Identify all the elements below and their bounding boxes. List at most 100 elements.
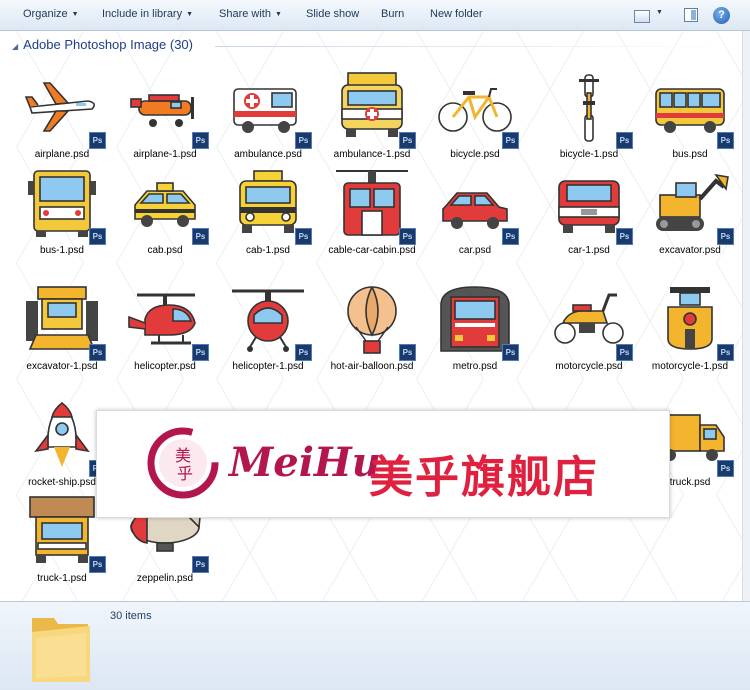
bus-1-icon: Ps: [22, 167, 106, 245]
file-item[interactable]: Ps ambulance.psd: [216, 71, 320, 161]
file-name: car-1.psd: [568, 245, 610, 256]
file-name: hot-air-balloon.psd: [330, 361, 414, 372]
vertical-scrollbar[interactable]: [742, 31, 750, 601]
command-bar: Organize ▼ Include in library ▼ Share with…: [0, 0, 750, 31]
photoshop-file-icon: Ps: [399, 344, 416, 361]
photoshop-file-icon: Ps: [616, 228, 633, 245]
bicycle-1-icon: Ps: [549, 71, 633, 149]
file-item[interactable]: Ps airplane-1.psd: [113, 71, 217, 161]
include-in-library-button[interactable]: Include in library ▼: [102, 8, 193, 20]
file-name: ambulance.psd: [234, 149, 302, 160]
cable-car-icon: Ps: [332, 167, 416, 245]
file-name: helicopter.psd: [134, 361, 196, 372]
organize-label: Organize: [23, 8, 68, 20]
photoshop-file-icon: Ps: [89, 228, 106, 245]
file-name: cab.psd: [147, 245, 183, 256]
file-item[interactable]: Ps metro.psd: [423, 283, 527, 373]
folder-icon: [32, 618, 90, 682]
file-name: helicopter-1.psd: [232, 361, 304, 372]
file-item[interactable]: Ps excavator.psd: [638, 167, 742, 257]
motorcycle-icon: Ps: [549, 283, 633, 361]
brand-seal-logo: 美 乎: [147, 427, 219, 499]
group-header[interactable]: ◢ Adobe Photoshop Image (30): [12, 37, 193, 52]
photoshop-file-icon: Ps: [89, 344, 106, 361]
slide-show-button[interactable]: Slide show: [306, 8, 359, 20]
photoshop-file-icon: Ps: [502, 228, 519, 245]
photoshop-file-icon: Ps: [192, 556, 209, 573]
file-name: motorcycle.psd: [555, 361, 623, 372]
rocket-icon: Ps: [22, 399, 106, 477]
photoshop-file-icon: Ps: [192, 132, 209, 149]
cab-1-icon: Ps: [228, 167, 312, 245]
view-options-chevron-icon[interactable]: ▼: [656, 9, 663, 16]
file-item[interactable]: Ps car-1.psd: [537, 167, 641, 257]
file-name: bicycle.psd: [450, 149, 500, 160]
photoshop-file-icon: Ps: [616, 344, 633, 361]
file-item[interactable]: Ps car.psd: [423, 167, 527, 257]
photoshop-file-icon: Ps: [295, 228, 312, 245]
chevron-down-icon: ▼: [71, 11, 79, 18]
help-icon[interactable]: ?: [713, 7, 730, 24]
file-item[interactable]: Ps bus-1.psd: [10, 167, 114, 257]
cab-icon: Ps: [125, 167, 209, 245]
collapse-chevron-icon[interactable]: ◢: [12, 42, 18, 51]
group-divider: [215, 46, 735, 47]
file-name: excavator.psd: [659, 245, 721, 256]
photoshop-file-icon: Ps: [502, 132, 519, 149]
watermark-banner: 美 乎 MeiHu 美乎旗舰店: [96, 410, 670, 518]
file-item[interactable]: Ps cab.psd: [113, 167, 217, 257]
photoshop-file-icon: Ps: [399, 228, 416, 245]
brand-cjk-text: 美乎旗舰店: [369, 452, 599, 503]
file-item[interactable]: Ps helicopter-1.psd: [216, 283, 320, 373]
file-item[interactable]: Ps hot-air-balloon.psd: [320, 283, 424, 373]
items-count: 30 items: [110, 610, 152, 622]
motorcycle-1-icon: Ps: [650, 283, 734, 361]
ambulance-icon: Ps: [228, 71, 312, 149]
file-name: ambulance-1.psd: [333, 149, 411, 160]
file-item[interactable]: Ps motorcycle-1.psd: [638, 283, 742, 373]
organize-button[interactable]: Organize ▼: [23, 8, 79, 20]
car-icon: Ps: [435, 167, 519, 245]
preview-pane-icon[interactable]: [684, 8, 698, 22]
photoshop-file-icon: Ps: [502, 344, 519, 361]
details-pane: 30 items: [0, 601, 750, 690]
file-name: car.psd: [458, 245, 492, 256]
file-name: bus-1.psd: [40, 245, 84, 256]
file-item[interactable]: Ps ambulance-1.psd: [320, 71, 424, 161]
photoshop-file-icon: Ps: [399, 132, 416, 149]
airplane-1-icon: Ps: [125, 71, 209, 149]
new-folder-button[interactable]: New folder: [430, 8, 483, 20]
file-name: zeppelin.psd: [136, 573, 194, 584]
file-item[interactable]: Ps bicycle.psd: [423, 71, 527, 161]
change-view-icon[interactable]: [634, 10, 650, 23]
file-name: airplane.psd: [34, 149, 90, 160]
truck-1-icon: Ps: [22, 495, 106, 573]
file-item[interactable]: Ps motorcycle.psd: [537, 283, 641, 373]
file-name: motorcycle-1.psd: [651, 361, 729, 372]
balloon-icon: Ps: [332, 283, 416, 361]
photoshop-file-icon: Ps: [295, 132, 312, 149]
file-item[interactable]: Ps airplane.psd: [10, 71, 114, 161]
svg-text:乎: 乎: [177, 464, 193, 483]
file-name: truck-1.psd: [37, 573, 87, 584]
bicycle-icon: Ps: [435, 71, 519, 149]
file-item[interactable]: Ps cable-car-cabin.psd: [320, 167, 424, 257]
file-name: excavator-1.psd: [26, 361, 98, 372]
photoshop-file-icon: Ps: [717, 460, 734, 477]
metro-icon: Ps: [435, 283, 519, 361]
photoshop-file-icon: Ps: [717, 132, 734, 149]
share-with-button[interactable]: Share with ▼: [219, 8, 282, 20]
chevron-down-icon: ▼: [186, 11, 194, 18]
chevron-down-icon: ▼: [274, 11, 282, 18]
photoshop-file-icon: Ps: [192, 344, 209, 361]
file-name: airplane-1.psd: [133, 149, 197, 160]
file-item[interactable]: Ps bus.psd: [638, 71, 742, 161]
file-item[interactable]: Ps excavator-1.psd: [10, 283, 114, 373]
file-item[interactable]: Ps bicycle-1.psd: [537, 71, 641, 161]
file-item[interactable]: Ps helicopter.psd: [113, 283, 217, 373]
file-name: cab-1.psd: [246, 245, 290, 256]
file-item[interactable]: Ps cab-1.psd: [216, 167, 320, 257]
airplane-icon: Ps: [22, 71, 106, 149]
include-in-library-label: Include in library: [102, 8, 183, 20]
burn-button[interactable]: Burn: [381, 8, 404, 20]
